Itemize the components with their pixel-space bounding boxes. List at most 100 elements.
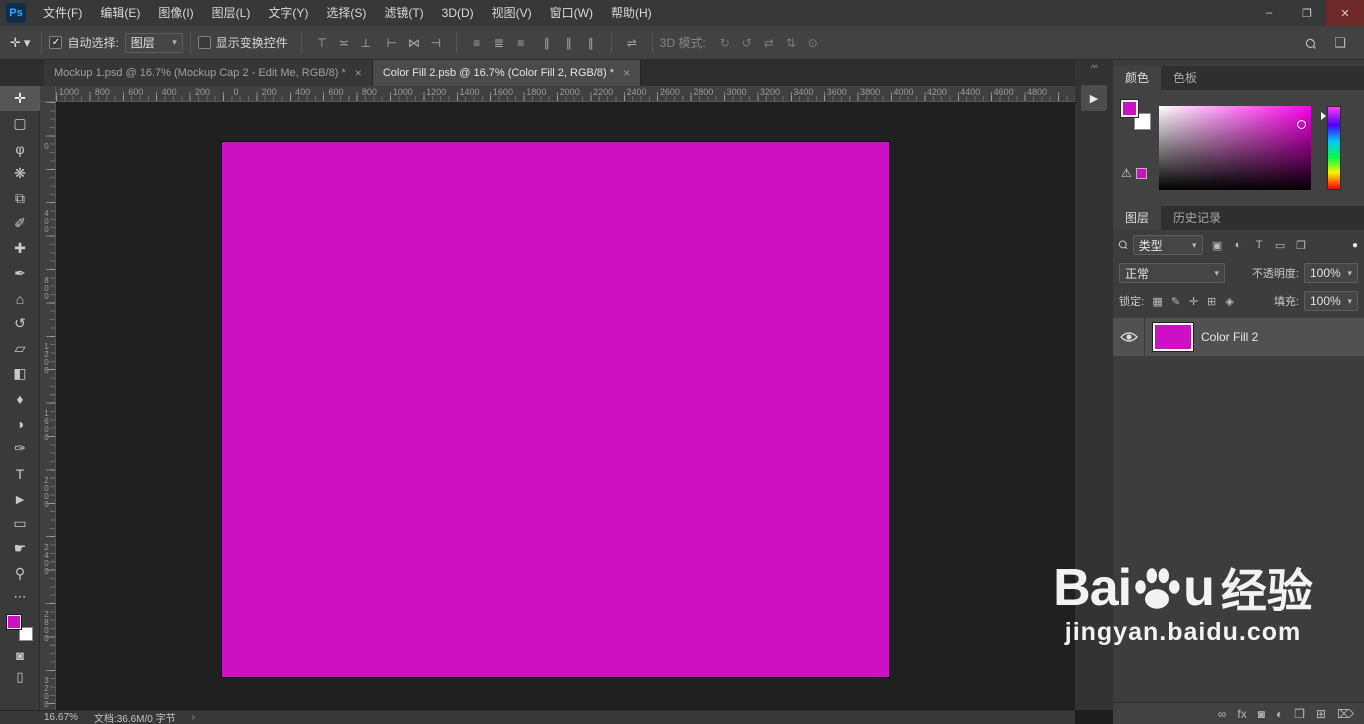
zoom-level-field[interactable]: 16.67%: [44, 712, 78, 723]
edit-toolbar-button[interactable]: ⋯: [0, 586, 40, 608]
gamut-warning-icon[interactable]: ⚠: [1121, 166, 1132, 180]
gamut-color-swatch[interactable]: [1135, 167, 1147, 179]
zoom-3d-camera-icon[interactable]: ⊙: [803, 33, 823, 53]
layer-filter-dropdown[interactable]: 类型 ▾: [1132, 235, 1203, 255]
blur-tool[interactable]: ♦: [0, 386, 40, 411]
menu-item-0[interactable]: 文件(F): [34, 0, 91, 26]
background-color-swatch[interactable]: [18, 627, 33, 641]
menu-item-1[interactable]: 编辑(E): [91, 0, 149, 26]
filter-type-layers-icon[interactable]: T: [1250, 236, 1269, 255]
document-tab-color-fill[interactable]: Color Fill 2.psb @ 16.7% (Color Fill 2, …: [372, 60, 642, 86]
foreground-color-swatch[interactable]: [1121, 100, 1138, 117]
lock-image-pixels-icon[interactable]: ✎: [1167, 293, 1184, 310]
align-top-edges-icon[interactable]: ⊤: [312, 33, 332, 53]
delete-layer-icon[interactable]: ⌦: [1337, 707, 1354, 721]
menu-item-3[interactable]: 图层(L): [203, 0, 260, 26]
canvas-viewport[interactable]: [56, 102, 1075, 710]
slide-3d-camera-icon[interactable]: ⇅: [781, 33, 801, 53]
horizontal-ruler[interactable]: 1000 800 600 400 200 0 200 400 600 800 1000 1200 140…: [56, 86, 1075, 102]
quick-selection-tool[interactable]: ❋: [0, 161, 40, 186]
align-vertical-centers-icon[interactable]: ≍: [334, 33, 354, 53]
dodge-tool[interactable]: ◑: [0, 411, 40, 436]
filter-pixel-layers-icon[interactable]: ▣: [1208, 236, 1227, 255]
lock-artboard-icon[interactable]: ⊞: [1203, 293, 1220, 310]
layer-visibility-cell[interactable]: [1113, 318, 1145, 356]
tool-preset-picker[interactable]: ✛ ▾: [6, 35, 34, 51]
lasso-tool[interactable]: φ: [0, 136, 40, 161]
lock-transparent-pixels-icon[interactable]: ▦: [1149, 293, 1166, 310]
saturation-brightness-field[interactable]: [1159, 106, 1311, 190]
align-right-edges-icon[interactable]: ⊣: [426, 33, 446, 53]
tab-close-icon[interactable]: ×: [355, 66, 362, 80]
blend-mode-dropdown[interactable]: 正常 ▾: [1119, 263, 1225, 283]
orbit-3d-camera-icon[interactable]: ↻: [715, 33, 735, 53]
spot-healing-brush-tool[interactable]: ✚: [0, 236, 40, 261]
filter-smart-objects-icon[interactable]: ❒: [1292, 236, 1311, 255]
expand-panel-button[interactable]: ▶: [1081, 85, 1107, 111]
new-adjustment-layer-icon[interactable]: ◐: [1276, 707, 1283, 721]
close-window-button[interactable]: ✕: [1326, 0, 1364, 26]
brush-tool[interactable]: ✒: [0, 261, 40, 286]
menu-item-6[interactable]: 滤镜(T): [375, 0, 432, 26]
filter-toggle-icon[interactable]: ●: [1352, 240, 1358, 251]
hand-tool[interactable]: ☛: [0, 536, 40, 561]
pen-tool[interactable]: ✑: [0, 436, 40, 461]
link-layers-icon[interactable]: ∞: [1218, 707, 1227, 721]
distribute-vertical-centers-icon[interactable]: ≣: [489, 33, 509, 53]
menu-item-5[interactable]: 选择(S): [317, 0, 375, 26]
show-transform-checkbox[interactable]: [197, 36, 211, 49]
gradient-tool[interactable]: ◧: [0, 361, 40, 386]
lock-all-icon[interactable]: ◈: [1221, 293, 1238, 310]
rectangular-marquee-tool[interactable]: ▢: [0, 111, 40, 136]
auto-select-checkbox[interactable]: ✓: [49, 36, 63, 49]
align-bottom-edges-icon[interactable]: ⊥: [356, 33, 376, 53]
pan-3d-camera-icon[interactable]: ⇄: [759, 33, 779, 53]
panel-collapse-chevrons-icon[interactable]: ^^: [1075, 63, 1113, 73]
tab-color[interactable]: 颜色: [1113, 66, 1162, 90]
minimize-window-button[interactable]: –: [1250, 0, 1288, 26]
layer-row-color-fill-2[interactable]: Color Fill 2: [1113, 318, 1364, 356]
menu-item-4[interactable]: 文字(Y): [259, 0, 317, 26]
rectangle-tool[interactable]: ▭: [0, 511, 40, 536]
hue-slider[interactable]: [1327, 106, 1341, 190]
eyedropper-tool[interactable]: ✐: [0, 211, 40, 236]
fill-dropdown[interactable]: 100% ▾: [1304, 291, 1358, 311]
history-brush-tool[interactable]: ↺: [0, 311, 40, 336]
foreground-color-swatch[interactable]: [6, 615, 21, 629]
align-left-edges-icon[interactable]: ⊢: [382, 33, 402, 53]
eraser-tool[interactable]: ▱: [0, 336, 40, 361]
status-expand-icon[interactable]: ›: [192, 712, 195, 723]
distribute-right-edges-icon[interactable]: ∥: [581, 33, 601, 53]
layer-thumbnail[interactable]: [1153, 323, 1193, 351]
restore-window-button[interactable]: ❐: [1288, 0, 1326, 26]
screen-mode-button[interactable]: ▯: [0, 666, 40, 688]
search-icon[interactable]: Ϙ: [1296, 28, 1324, 56]
distribute-top-edges-icon[interactable]: ≡: [467, 33, 487, 53]
align-horizontal-centers-icon[interactable]: ⋈: [404, 33, 424, 53]
document-info[interactable]: 文档:36.6M/0 字节: [94, 710, 176, 724]
filter-shape-layers-icon[interactable]: ▭: [1271, 236, 1290, 255]
horizontal-type-tool[interactable]: T: [0, 461, 40, 486]
document-canvas[interactable]: [222, 142, 889, 677]
menu-item-9[interactable]: 窗口(W): [541, 0, 602, 26]
tab-swatches[interactable]: 色板: [1161, 66, 1209, 90]
vertical-ruler[interactable]: 0 400 800 1200 1600 2000 2400 2800 3200: [40, 102, 56, 710]
new-layer-icon[interactable]: ⊞: [1316, 707, 1326, 721]
quick-mask-button[interactable]: ◙: [0, 644, 40, 666]
lock-position-icon[interactable]: ✛: [1185, 293, 1202, 310]
hue-slider-marker[interactable]: [1321, 112, 1326, 120]
menu-item-7[interactable]: 3D(D): [433, 0, 483, 26]
auto-select-target-dropdown[interactable]: 图层 ▾: [124, 32, 183, 53]
opacity-dropdown[interactable]: 100% ▾: [1304, 263, 1358, 283]
path-selection-tool[interactable]: ►: [0, 486, 40, 511]
distribute-spacing-icon[interactable]: ⇌: [622, 33, 642, 53]
zoom-tool[interactable]: ⚲: [0, 561, 40, 586]
distribute-horizontal-centers-icon[interactable]: ∥: [559, 33, 579, 53]
tab-history[interactable]: 历史记录: [1161, 206, 1233, 230]
roll-3d-camera-icon[interactable]: ↺: [737, 33, 757, 53]
layer-style-icon[interactable]: fx: [1237, 707, 1246, 721]
tab-layers[interactable]: 图层: [1113, 206, 1162, 230]
clone-stamp-tool[interactable]: ⌂: [0, 286, 40, 311]
distribute-left-edges-icon[interactable]: ∥: [537, 33, 557, 53]
crop-tool[interactable]: ⧉: [0, 186, 40, 211]
